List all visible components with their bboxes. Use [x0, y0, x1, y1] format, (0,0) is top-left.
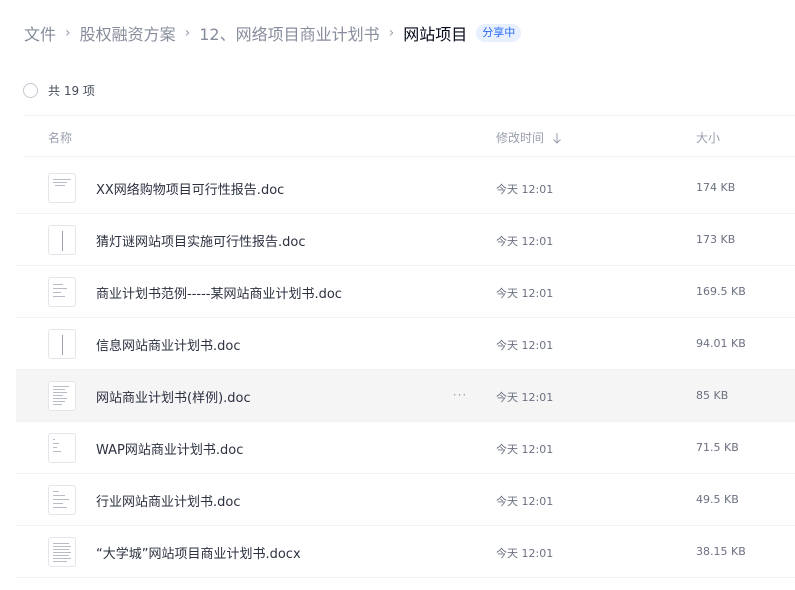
breadcrumb-files[interactable]: 文件 — [24, 21, 56, 45]
file-modified-time: 今天 12:01 — [496, 287, 554, 300]
sort-down-arrow-icon — [553, 132, 561, 144]
file-modified-time: 今天 12:01 — [496, 235, 554, 248]
docx-file-icon — [48, 537, 76, 567]
doc-file-icon — [48, 173, 76, 203]
file-row[interactable]: 信息网站商业计划书.doc 今天 12:01 94.01 KB — [16, 318, 795, 370]
breadcrumb-separator-icon: › — [184, 25, 191, 41]
file-size: 71.5 KB — [696, 441, 739, 454]
file-row[interactable]: “大学城”网站项目商业计划书.docx 今天 12:01 38.15 KB — [16, 526, 795, 578]
doc-file-icon — [48, 433, 76, 463]
file-size: 173 KB — [696, 233, 736, 246]
file-name[interactable]: 猜灯谜网站项目实施可行性报告.doc — [96, 231, 306, 250]
select-all-bar: 共 19 项 — [23, 82, 95, 99]
file-modified-time: 今天 12:01 — [496, 547, 554, 560]
file-row[interactable]: 网站商业计划书(样例).doc ··· 今天 12:01 85 KB — [16, 370, 795, 422]
file-name[interactable]: 网站商业计划书(样例).doc — [96, 387, 251, 406]
file-modified-time: 今天 12:01 — [496, 183, 554, 196]
file-row[interactable]: 猜灯谜网站项目实施可行性报告.doc 今天 12:01 173 KB — [16, 214, 795, 266]
doc-file-icon — [48, 225, 76, 255]
doc-file-icon — [48, 485, 76, 515]
file-modified-time: 今天 12:01 — [496, 339, 554, 352]
file-size: 85 KB — [696, 389, 729, 402]
column-header-modified[interactable]: 修改时间 — [496, 129, 562, 146]
item-count: 共 19 项 — [48, 84, 95, 98]
file-name[interactable]: XX网络购物项目可行性报告.doc — [96, 179, 284, 198]
file-name[interactable]: “大学城”网站项目商业计划书.docx — [96, 543, 301, 562]
select-all-checkbox[interactable] — [23, 83, 38, 98]
file-modified-time: 今天 12:01 — [496, 495, 554, 508]
file-list-header: 名称 修改时间 大小 — [24, 115, 795, 157]
sharing-status-badge: 分享中 — [476, 24, 522, 42]
file-name[interactable]: 信息网站商业计划书.doc — [96, 335, 241, 354]
more-options-icon[interactable]: ··· — [452, 386, 468, 404]
doc-file-icon — [48, 329, 76, 359]
file-size: 94.01 KB — [696, 337, 746, 350]
doc-file-icon — [48, 381, 76, 411]
file-name[interactable]: WAP网站商业计划书.doc — [96, 439, 243, 458]
breadcrumb-separator-icon: › — [65, 25, 71, 41]
file-size: 174 KB — [696, 181, 736, 194]
file-size: 169.5 KB — [696, 285, 746, 298]
file-row[interactable]: WAP网站商业计划书.doc 今天 12:01 71.5 KB — [16, 422, 795, 474]
breadcrumb-equity-financing[interactable]: 股权融资方案 — [80, 21, 176, 45]
breadcrumb-current-folder: 网站项目 — [403, 25, 468, 44]
file-name[interactable]: 行业网站商业计划书.doc — [96, 491, 241, 510]
column-header-modified-label: 修改时间 — [496, 131, 545, 145]
file-name[interactable]: 商业计划书范例-----某网站商业计划书.doc — [96, 283, 342, 302]
breadcrumb: 文件 › 股权融资方案 › 12、网络项目商业计划书 › 网站项目 分享中 — [24, 20, 522, 46]
doc-file-icon — [48, 277, 76, 307]
file-row[interactable]: XX网络购物项目可行性报告.doc 今天 12:01 174 KB — [16, 162, 795, 214]
file-modified-time: 今天 12:01 — [496, 391, 554, 404]
file-row[interactable]: 商业计划书范例-----某网站商业计划书.doc 今天 12:01 169.5 KB — [16, 266, 795, 318]
file-modified-time: 今天 12:01 — [496, 443, 554, 456]
file-size: 49.5 KB — [696, 493, 739, 506]
breadcrumb-network-projects[interactable]: 12、网络项目商业计划书 — [199, 21, 379, 45]
breadcrumb-separator-icon: › — [388, 25, 395, 41]
file-row[interactable]: 行业网站商业计划书.doc 今天 12:01 49.5 KB — [16, 474, 795, 526]
file-size: 38.15 KB — [696, 545, 746, 558]
column-header-name[interactable]: 名称 — [48, 129, 72, 146]
column-header-size[interactable]: 大小 — [696, 129, 720, 146]
